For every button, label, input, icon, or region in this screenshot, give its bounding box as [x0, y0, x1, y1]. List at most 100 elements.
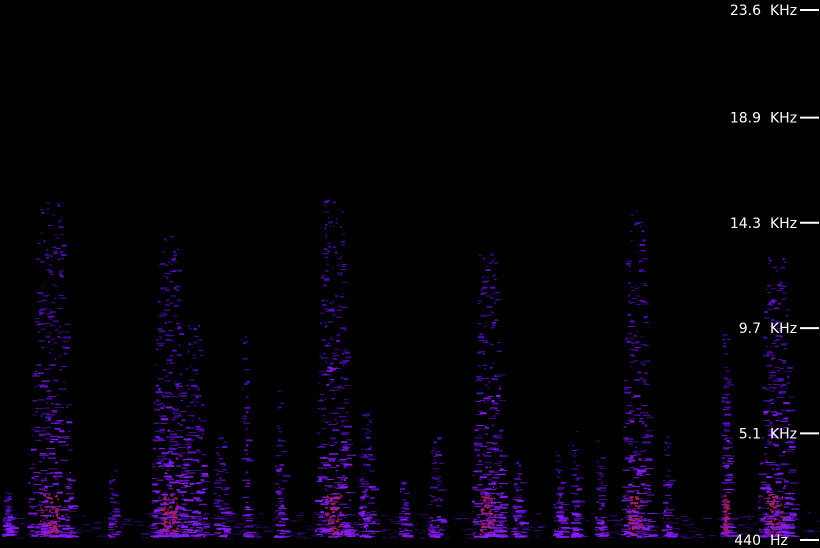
spectral-line: [480, 446, 487, 447]
spectral-line: [630, 286, 634, 288]
spectral-line: [666, 518, 670, 520]
spectral-line: [601, 481, 603, 484]
spectral-line: [369, 470, 375, 472]
spectral-line: [473, 503, 483, 505]
spectral-line: [33, 483, 42, 485]
spectral-line: [767, 303, 772, 305]
hot-spot: [637, 506, 640, 508]
spectral-line: [722, 457, 726, 459]
hot-spot: [479, 533, 483, 536]
spectral-line: [631, 297, 637, 299]
spectral-line: [277, 439, 282, 442]
spectral-line: [47, 457, 56, 459]
spectral-line: [328, 245, 332, 248]
spectral-line: [573, 508, 576, 510]
hot-spot: [58, 508, 61, 511]
spectral-line: [111, 515, 121, 517]
spectral-line: [222, 469, 227, 470]
spectral-line: [478, 434, 482, 436]
noise-speck: [271, 519, 278, 521]
spectral-line: [639, 225, 642, 227]
spectral-line: [514, 516, 523, 518]
spectral-line: [37, 399, 46, 401]
spectral-line: [485, 292, 488, 294]
spectral-line: [57, 532, 66, 534]
spectral-line: [59, 429, 65, 432]
spectral-line: [202, 473, 209, 476]
spectral-line: [476, 484, 483, 486]
spectral-line: [184, 510, 188, 511]
spectral-line: [108, 517, 117, 520]
spectral-line: [278, 508, 287, 509]
spectral-line: [55, 439, 58, 441]
hot-spot: [172, 500, 175, 502]
spectral-line: [640, 412, 649, 414]
spectral-line: [214, 504, 222, 507]
spectral-line: [782, 258, 785, 260]
spectral-line: [178, 325, 182, 328]
spectral-line: [156, 399, 160, 402]
spectral-line: [365, 416, 368, 418]
spectral-line: [479, 476, 487, 479]
spectral-line: [316, 524, 321, 526]
spectral-line: [170, 295, 177, 297]
spectral-line: [775, 511, 780, 514]
spectral-line: [110, 501, 117, 503]
spectral-line: [39, 340, 46, 342]
spectral-line: [156, 376, 158, 378]
spectral-line: [40, 415, 43, 418]
noise-speck: [142, 537, 150, 539]
spectral-line: [630, 420, 635, 423]
spectral-line: [721, 401, 725, 403]
spectral-line: [281, 480, 288, 482]
spectral-line: [328, 506, 330, 508]
spectral-line: [598, 499, 607, 500]
hot-spot: [329, 516, 331, 519]
spectral-line: [762, 535, 765, 538]
spectral-line: [477, 375, 482, 377]
noise-speck: [653, 525, 659, 527]
spectral-line: [70, 496, 75, 499]
spectral-line: [274, 511, 277, 513]
spectral-line: [159, 460, 165, 462]
noise-speck: [453, 523, 457, 525]
spectral-line: [48, 340, 51, 343]
spectral-line: [790, 535, 800, 537]
spectral-line: [190, 394, 196, 396]
spectral-line: [326, 370, 333, 372]
spectral-line: [51, 409, 57, 412]
spectral-line: [641, 364, 646, 366]
spectral-line: [645, 527, 653, 529]
spectral-line: [558, 519, 567, 522]
spectral-line: [437, 498, 441, 499]
spectral-line: [61, 366, 68, 367]
spectral-line: [364, 439, 366, 441]
spectral-line: [776, 370, 780, 372]
hot-spot: [488, 521, 491, 524]
spectral-line: [31, 526, 39, 528]
noise-speck: [747, 529, 754, 531]
spectrogram-background: [0, 0, 820, 548]
spectral-line: [321, 462, 329, 464]
hot-spot: [58, 525, 61, 528]
spectral-line: [201, 432, 205, 434]
spectral-line: [172, 412, 176, 415]
spectral-line: [157, 462, 162, 465]
spectral-line: [486, 265, 488, 267]
spectral-line: [175, 381, 177, 382]
spectral-line: [329, 303, 334, 305]
spectral-line: [491, 400, 495, 403]
hot-spot: [768, 503, 772, 506]
spectral-line: [224, 487, 231, 489]
noise-speck: [398, 525, 404, 527]
spectral-line: [180, 411, 187, 413]
hot-spot: [337, 506, 340, 509]
spectral-line: [770, 421, 773, 424]
spectral-line: [242, 387, 245, 389]
spectral-line: [758, 495, 764, 497]
spectral-line: [335, 221, 338, 224]
spectral-line: [153, 402, 156, 404]
spectral-line: [571, 485, 579, 487]
noise-speck: [296, 515, 304, 517]
spectral-line: [159, 428, 166, 431]
